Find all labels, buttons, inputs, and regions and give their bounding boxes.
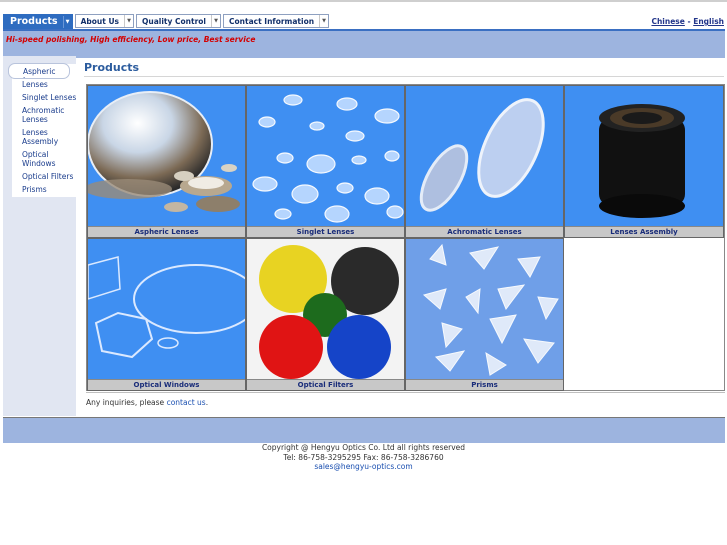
product-aspheric-lenses[interactable]: Aspheric Lenses	[87, 85, 246, 238]
chevron-down-icon[interactable]: ▼	[124, 15, 133, 27]
lenses-assembly-illustration	[599, 104, 685, 218]
product-caption[interactable]: Aspheric Lenses	[88, 226, 245, 237]
singlet-lenses-image[interactable]	[247, 86, 404, 227]
product-caption[interactable]: Optical Filters	[247, 379, 404, 390]
main-nav: Products ▼ About Us ▼ Quality Control ▼ …	[0, 14, 331, 30]
lang-separator: -	[687, 17, 691, 26]
prisms-illustration	[422, 243, 559, 376]
sidebar-item-prisms[interactable]: Prisms	[22, 185, 78, 194]
nav-contact-label: Contact Information	[229, 16, 315, 26]
sidebar-item-lenses-assembly[interactable]: Lenses Assembly	[22, 128, 78, 146]
product-achromatic-lenses[interactable]: Achromatic Lenses	[405, 85, 564, 238]
footer: Copyright @ Hengyu Optics Co. Ltd all ri…	[0, 443, 727, 472]
achromatic-lenses-illustration	[419, 98, 545, 212]
sidebar-item-label: Aspheric Lenses	[23, 67, 56, 78]
optical-windows-illustration	[88, 256, 245, 359]
aspheric-lenses-image[interactable]	[88, 86, 245, 227]
inquiry-period: .	[205, 398, 209, 407]
inquiry-line: Any inquiries, please contact us.	[86, 398, 208, 407]
nav-quality-label: Quality Control	[142, 16, 207, 26]
achromatic-lenses-image[interactable]	[406, 86, 563, 227]
footer-banner	[3, 417, 725, 443]
language-switcher: Chinese - English	[651, 17, 724, 26]
lang-english-link[interactable]: English	[693, 17, 724, 26]
chevron-down-icon[interactable]: ▼	[62, 15, 72, 28]
optical-windows-image[interactable]	[88, 239, 245, 380]
aspheric-lenses-illustration	[88, 91, 240, 212]
footer-email-link[interactable]: sales@hengyu-optics.com	[0, 462, 727, 472]
optical-filters-image[interactable]	[247, 239, 404, 380]
nav-about-us[interactable]: About Us ▼	[74, 14, 134, 28]
copyright-text: Copyright @ Hengyu Optics Co. Ltd all ri…	[261, 443, 466, 452]
product-caption[interactable]: Prisms	[406, 379, 563, 390]
sidebar-item-lenses[interactable]: Lenses	[22, 80, 78, 89]
sidebar-item-optical-windows[interactable]: Optical Windows	[22, 150, 78, 168]
tagline: Hi-speed polishing, High efficiency, Low…	[6, 35, 256, 44]
sidebar-item-optical-filters[interactable]: Optical Filters	[22, 172, 78, 181]
optical-filters-illustration	[259, 245, 399, 379]
sidebar-item-aspheric-lenses[interactable]: Aspheric Lenses	[8, 63, 70, 79]
sidebar-links: Lenses	[22, 80, 78, 91]
singlet-lenses-illustration	[252, 94, 404, 223]
product-grid: Aspheric Lenses Singlet Lenses Achromati…	[86, 84, 725, 391]
content-divider	[86, 392, 725, 393]
lenses-assembly-image[interactable]	[565, 86, 723, 227]
inquiry-text: Any inquiries, please	[86, 398, 165, 407]
title-divider	[84, 76, 724, 77]
chevron-down-icon[interactable]: ▼	[319, 15, 328, 27]
product-lenses-assembly[interactable]: Lenses Assembly	[564, 85, 724, 238]
product-caption[interactable]: Achromatic Lenses	[406, 226, 563, 237]
page-title: Products	[84, 61, 140, 74]
prisms-image[interactable]	[406, 239, 563, 380]
top-border	[0, 0, 727, 2]
lang-chinese-link[interactable]: Chinese	[651, 17, 684, 26]
product-optical-filters[interactable]: Optical Filters	[246, 238, 405, 391]
sidebar-item-singlet-lenses[interactable]: Singlet Lenses	[22, 93, 78, 102]
nav-contact-information[interactable]: Contact Information ▼	[223, 14, 330, 28]
chevron-down-icon[interactable]: ▼	[211, 15, 220, 27]
main-content: Products Aspheric Lenses Singlet Lenses …	[76, 56, 727, 416]
nav-products-label: Products	[10, 16, 58, 27]
nav-products[interactable]: Products ▼	[3, 14, 73, 29]
contact-us-link[interactable]: contact us	[167, 398, 206, 407]
product-optical-windows[interactable]: Optical Windows	[87, 238, 246, 391]
nav-about-label: About Us	[80, 16, 119, 26]
product-caption[interactable]: Singlet Lenses	[247, 226, 404, 237]
contact-phone-fax: Tel: 86-758-3295295 Fax: 86-758-3286760	[283, 452, 444, 462]
product-prisms[interactable]: Prisms	[405, 238, 564, 391]
product-caption[interactable]: Lenses Assembly	[565, 226, 723, 237]
product-caption[interactable]: Optical Windows	[88, 379, 245, 390]
product-singlet-lenses[interactable]: Singlet Lenses	[246, 85, 405, 238]
header-banner: Hi-speed polishing, High efficiency, Low…	[3, 29, 725, 58]
nav-quality-control[interactable]: Quality Control ▼	[136, 14, 222, 28]
sidebar-item-achromatic-lenses[interactable]: Achromatic Lenses	[22, 106, 78, 124]
sidebar-links-rest: Singlet Lenses Achromatic Lenses Lenses …	[22, 93, 78, 198]
